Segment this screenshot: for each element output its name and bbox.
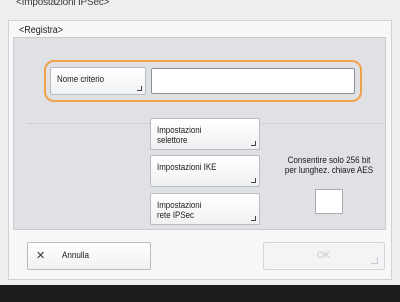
selector-settings-button[interactable]: Impostazioni selettore xyxy=(150,118,260,150)
policy-name-label: Nome criterio xyxy=(57,74,105,84)
ipsec-network-label-line1: Impostazioni xyxy=(157,200,202,210)
close-icon: ✕ xyxy=(36,250,46,262)
cancel-button[interactable]: ✕ Annulla xyxy=(27,242,151,270)
parent-title: <Impostazioni IPSec> xyxy=(16,0,110,8)
aes-option-label: Consentire solo 256 bit per lunghez. chi… xyxy=(275,155,383,175)
ok-button[interactable]: OK xyxy=(263,242,385,270)
corner-arrow-icon xyxy=(251,216,256,221)
selector-settings-label-line1: Impostazioni xyxy=(157,125,202,135)
ok-label: OK xyxy=(317,250,331,260)
cancel-label: Annulla xyxy=(62,250,90,260)
corner-arrow-icon xyxy=(371,257,378,264)
ipsec-network-label-line2: rete IPSec xyxy=(157,210,194,220)
aes-label-line1: Consentire solo 256 bit xyxy=(287,155,371,165)
policy-name-input[interactable] xyxy=(151,68,355,94)
aes-256-checkbox[interactable] xyxy=(315,189,343,214)
ipsec-network-settings-button[interactable]: Impostazioni rete IPSec xyxy=(150,193,260,225)
bottom-bar xyxy=(0,285,400,302)
selector-settings-label-line2: selettore xyxy=(157,135,188,145)
corner-arrow-icon xyxy=(137,86,142,91)
corner-arrow-icon xyxy=(251,141,256,146)
corner-arrow-icon xyxy=(251,178,256,183)
policy-name-button[interactable]: Nome criterio xyxy=(50,67,146,95)
ike-settings-label: Impostazioni IKE xyxy=(157,162,217,172)
aes-label-line2: per lunghez. chiave AES xyxy=(284,165,374,175)
ike-settings-button[interactable]: Impostazioni IKE xyxy=(150,155,260,187)
dialog-title: <Registra> xyxy=(19,25,64,36)
